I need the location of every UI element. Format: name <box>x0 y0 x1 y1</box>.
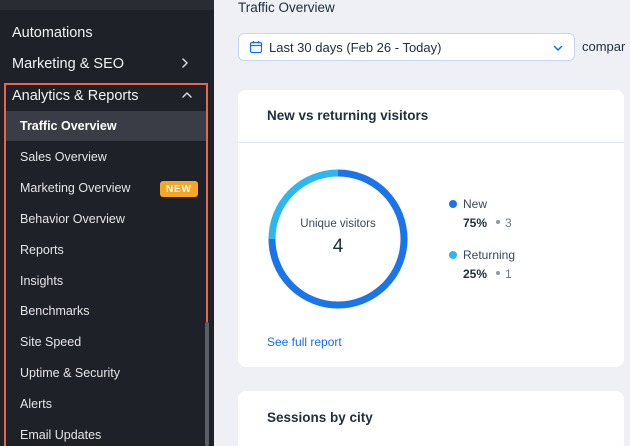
sidebar-item-label: Behavior Overview <box>20 212 125 226</box>
legend-separator <box>496 220 500 224</box>
legend-percent: 25% <box>463 267 488 281</box>
new-badge: NEW <box>160 181 198 197</box>
sidebar-item-email-updates[interactable]: Email Updates <box>6 420 206 446</box>
sessions-card-title: Sessions by city <box>267 410 373 425</box>
sidebar-scrollbar[interactable] <box>205 322 209 446</box>
sidebar-item-site-speed[interactable]: Site Speed <box>6 327 206 357</box>
legend-count: 3 <box>505 216 512 230</box>
sidebar-item-automations[interactable]: Automations <box>0 18 214 48</box>
visitors-card: New vs returning visitors Unique visitor… <box>238 90 624 367</box>
donut-center-label: Unique visitors <box>300 218 376 230</box>
sidebar-item-behavior-overview[interactable]: Behavior Overview <box>6 204 206 234</box>
sidebar-item-label: Site Speed <box>20 335 82 349</box>
sidebar-top-strip <box>0 0 214 10</box>
sessions-card: Sessions by city <box>238 391 624 446</box>
sidebar-item-label: Sales Overview <box>20 150 107 164</box>
sidebar-item-sales-overview[interactable]: Sales Overview <box>6 142 206 172</box>
sidebar-item-traffic-overview[interactable]: Traffic Overview <box>6 111 206 141</box>
date-range-value: Last 30 days (Feb 26 - Today) <box>269 40 442 55</box>
sidebar-item-label: Automations <box>12 25 93 41</box>
sidebar-item-label: Email Updates <box>20 428 102 442</box>
legend-dot-new <box>449 200 457 208</box>
sidebar-item-label: Traffic Overview <box>20 119 117 133</box>
chevron-up-icon <box>182 92 192 98</box>
sidebar: Automations Marketing & SEO Analytics & … <box>0 0 214 446</box>
legend-name: Returning <box>463 248 516 262</box>
sidebar-item-label: Insights <box>20 274 64 288</box>
legend-percent: 75% <box>463 216 488 230</box>
compare-label[interactable]: compar <box>582 39 625 54</box>
sidebar-item-label: Benchmarks <box>20 304 90 318</box>
legend-separator <box>496 271 500 275</box>
visitors-card-title: New vs returning visitors <box>267 108 429 123</box>
chevron-right-icon <box>182 58 188 68</box>
sidebar-item-alerts[interactable]: Alerts <box>6 389 206 419</box>
see-full-report-link[interactable]: See full report <box>267 335 342 349</box>
legend-count: 1 <box>505 267 512 281</box>
legend-name: New <box>463 197 488 211</box>
date-range-select[interactable]: Last 30 days (Feb 26 - Today) <box>238 33 575 61</box>
calendar-icon <box>249 41 263 54</box>
sidebar-item-marketing-seo[interactable]: Marketing & SEO <box>0 49 214 79</box>
sidebar-item-insights[interactable]: Insights <box>6 266 206 296</box>
chevron-down-icon <box>553 45 563 51</box>
legend-dot-returning <box>449 251 457 259</box>
sidebar-item-label: Marketing Overview <box>20 181 131 195</box>
page-title: Traffic Overview <box>238 0 335 15</box>
sidebar-item-label: Marketing & SEO <box>12 56 125 72</box>
sidebar-group-analytics-reports[interactable]: Analytics & Reports <box>12 86 202 106</box>
sidebar-item-benchmarks[interactable]: Benchmarks <box>6 296 206 326</box>
sidebar-item-uptime-security[interactable]: Uptime & Security <box>6 358 206 388</box>
sidebar-item-reports[interactable]: Reports <box>6 235 206 265</box>
sidebar-item-label: Reports <box>20 243 64 257</box>
sidebar-item-label: Alerts <box>20 397 52 411</box>
sidebar-item-label: Uptime & Security <box>20 366 121 380</box>
donut-center-value: 4 <box>332 236 344 257</box>
card-divider <box>238 142 624 143</box>
sidebar-item-marketing-overview[interactable]: Marketing Overview NEW <box>6 173 206 203</box>
sidebar-group-label: Analytics & Reports <box>12 88 139 104</box>
